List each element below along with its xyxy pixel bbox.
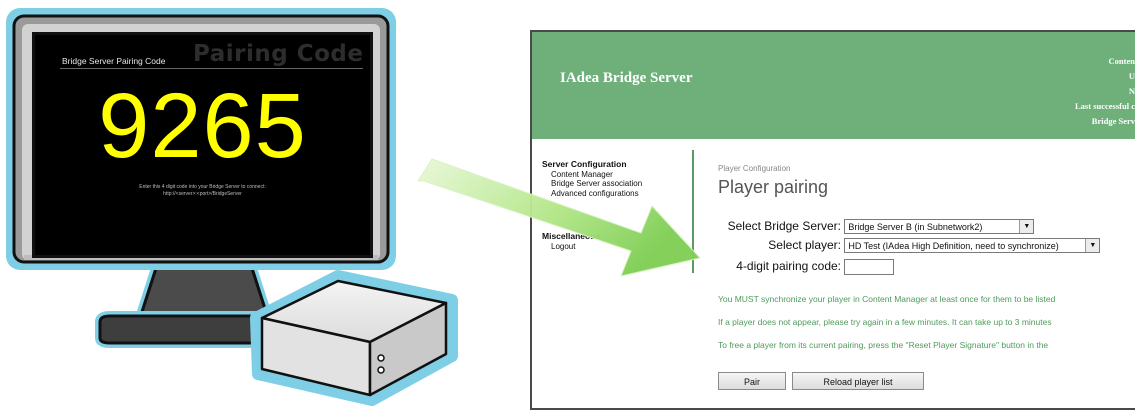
arrow-icon [417, 158, 701, 277]
foreground-illustrations [250, 158, 701, 406]
player-box-illustration [250, 270, 458, 406]
